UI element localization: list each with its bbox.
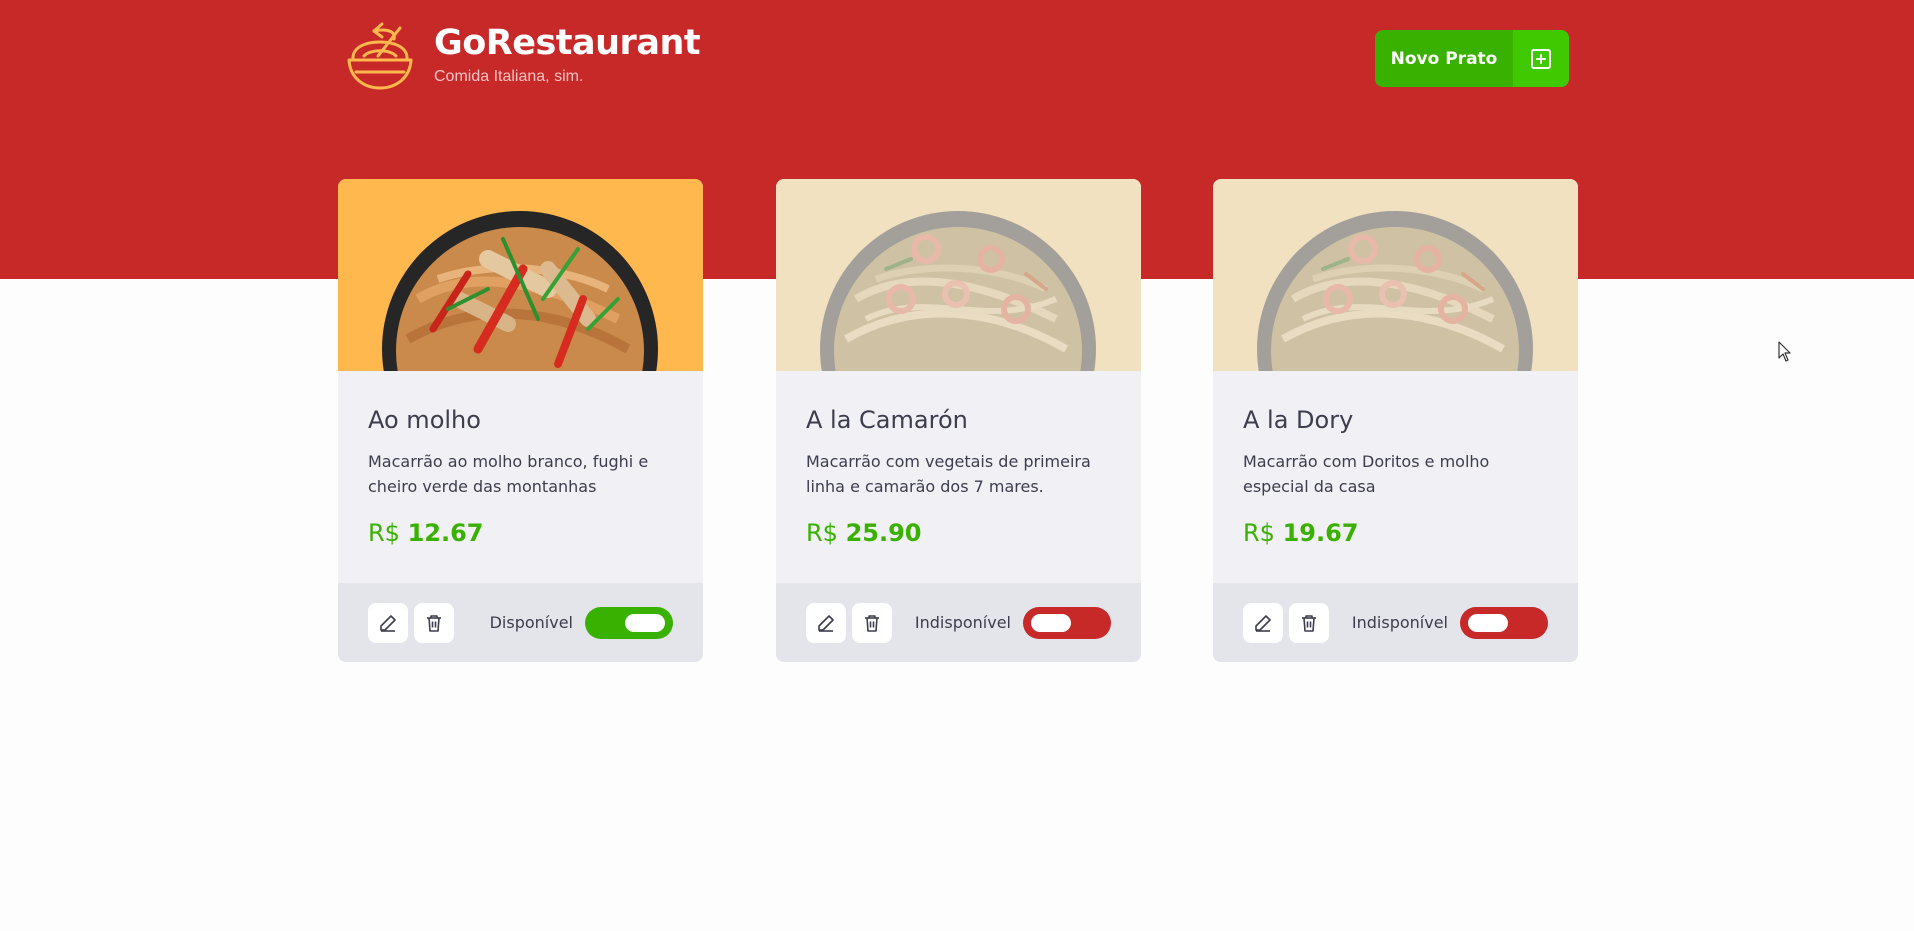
- pencil-icon: [818, 614, 834, 632]
- pencil-icon: [1255, 614, 1271, 632]
- plus-square-icon: [1531, 48, 1551, 69]
- edit-button[interactable]: [368, 602, 408, 643]
- trash-icon: [1302, 614, 1316, 632]
- mouse-cursor-icon: [1778, 341, 1791, 362]
- dish-image: [338, 179, 703, 371]
- availability-label: Disponível: [489, 613, 573, 632]
- new-dish-label: Novo Prato: [1390, 48, 1498, 69]
- dish-description: Macarrão com Doritos e molho especial da…: [1243, 452, 1490, 496]
- dish-name: A la Dory: [1243, 406, 1354, 434]
- availability-toggle[interactable]: [585, 606, 673, 639]
- app-title: GoRestaurant: [434, 23, 701, 63]
- toggle-knob: [625, 613, 665, 632]
- dish-description: Macarrão ao molho branco, fughi e cheiro…: [368, 452, 649, 496]
- dish-card: A la Dory Macarrão com Doritos e molho e…: [1213, 179, 1578, 662]
- bowl-icon: [347, 22, 413, 90]
- dish-name: Ao molho: [368, 406, 481, 434]
- toggle-knob: [1468, 613, 1508, 632]
- dish-price: R$ 12.67: [368, 519, 673, 547]
- dish-description: Macarrão com vegetais de primeira linha …: [806, 452, 1091, 496]
- trash-icon: [865, 614, 879, 632]
- dish-price: R$ 25.90: [806, 519, 1111, 547]
- dish-image: [1213, 179, 1578, 371]
- price-value: 19.67: [1282, 519, 1359, 547]
- availability-toggle[interactable]: [1460, 606, 1548, 639]
- dish-name: A la Camarón: [806, 406, 968, 434]
- dish-price: R$ 19.67: [1243, 519, 1548, 547]
- delete-button[interactable]: [1289, 602, 1329, 643]
- delete-button[interactable]: [414, 602, 454, 643]
- toggle-knob: [1031, 613, 1071, 632]
- availability-label: Indisponível: [914, 613, 1011, 632]
- trash-icon: [427, 614, 441, 632]
- availability-label: Indisponível: [1351, 613, 1448, 632]
- currency-symbol: R$: [806, 519, 838, 547]
- edit-button[interactable]: [1243, 602, 1283, 643]
- price-value: 25.90: [845, 519, 922, 547]
- delete-button[interactable]: [852, 602, 892, 643]
- currency-symbol: R$: [1243, 519, 1275, 547]
- availability-toggle[interactable]: [1023, 606, 1111, 639]
- dish-actions: Disponível: [338, 583, 703, 662]
- edit-button[interactable]: [806, 602, 846, 643]
- dish-image: [776, 179, 1141, 371]
- brand: GoRestaurant Comida Italiana, sim.: [344, 22, 701, 92]
- pencil-icon: [380, 614, 396, 632]
- dish-actions: Indisponível: [776, 583, 1141, 662]
- dish-card: A la Camarón Macarrão com vegetais de pr…: [776, 179, 1141, 662]
- dish-actions: Indisponível: [1213, 583, 1578, 662]
- new-dish-icon-box: [1513, 30, 1569, 87]
- new-dish-button[interactable]: Novo Prato: [1375, 30, 1569, 87]
- price-value: 12.67: [407, 519, 484, 547]
- dish-card: Ao molho Macarrão ao molho branco, fughi…: [338, 179, 703, 662]
- currency-symbol: R$: [368, 519, 400, 547]
- app-subtitle: Comida Italiana, sim.: [434, 68, 584, 85]
